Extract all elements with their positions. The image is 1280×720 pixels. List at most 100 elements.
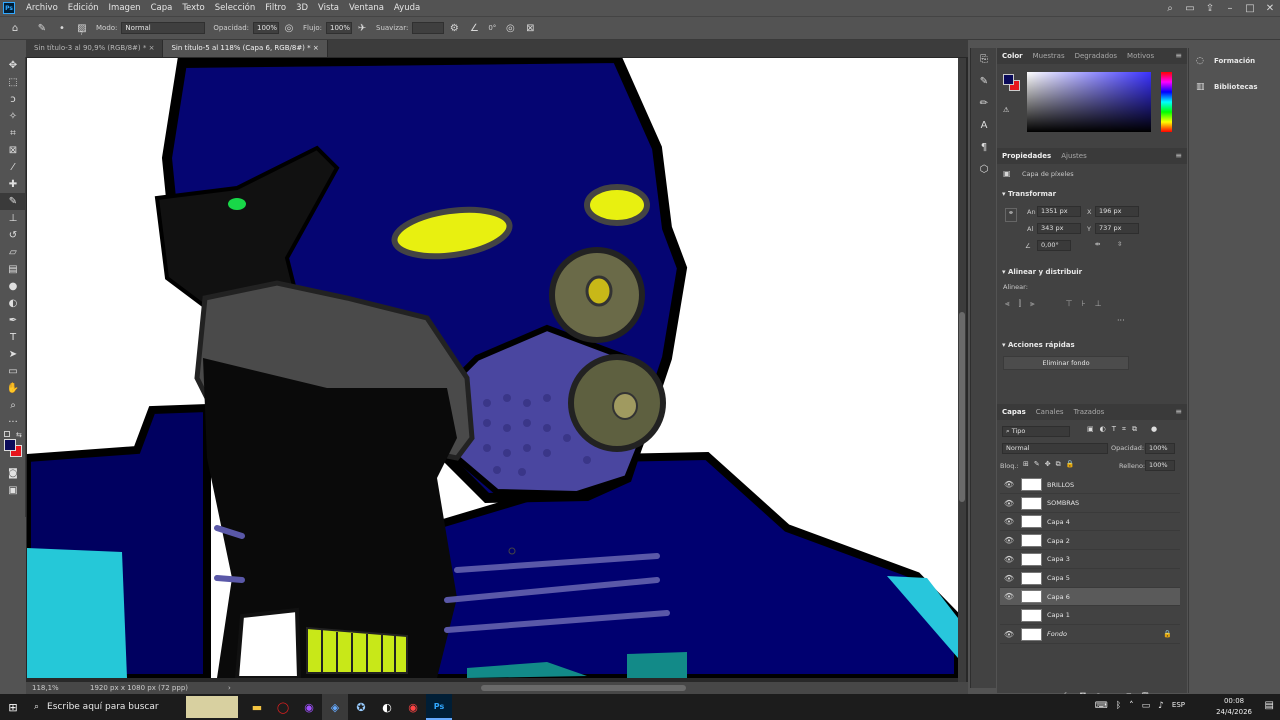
pressure-opacity-icon[interactable]: ◎ bbox=[282, 21, 296, 35]
recorder-icon[interactable]: ◉ bbox=[400, 694, 426, 720]
align-bottom-icon[interactable]: ⊥ bbox=[1095, 299, 1102, 309]
home-icon[interactable]: ⌂ bbox=[8, 21, 22, 35]
blur-tool-icon[interactable]: ● bbox=[0, 278, 26, 295]
quick-mask-icon[interactable]: ◙ bbox=[0, 465, 26, 482]
close-icon[interactable]: ✕ bbox=[1263, 1, 1277, 15]
link-icon[interactable]: ⚭ bbox=[1005, 208, 1017, 222]
paragraph-panel-icon[interactable]: ¶ bbox=[971, 136, 997, 158]
workspace-icon[interactable]: ▭ bbox=[1183, 1, 1197, 15]
layer-row[interactable]: 👁 Capa 5 bbox=[1000, 570, 1180, 588]
menu-3d[interactable]: 3D bbox=[291, 0, 313, 16]
search-highlight-image[interactable] bbox=[186, 696, 238, 718]
photoshop-logo-icon[interactable]: Ps bbox=[3, 2, 15, 14]
tab-propiedades[interactable]: Propiedades bbox=[997, 148, 1056, 164]
layer-row[interactable]: 👁 SOMBRAS bbox=[1000, 495, 1180, 513]
transform-section-title[interactable]: ▾ Transformar bbox=[1002, 190, 1056, 198]
maximize-icon[interactable]: □ bbox=[1243, 1, 1257, 15]
swap-colors-icon[interactable]: ⇆ bbox=[16, 431, 22, 439]
flip-horizontal-icon[interactable]: ⇹ bbox=[1095, 240, 1100, 248]
brushes-panel-icon[interactable]: ✏ bbox=[971, 92, 997, 114]
brush-preset-icon[interactable]: • bbox=[55, 21, 69, 35]
vertical-scroll-thumb[interactable] bbox=[959, 312, 965, 502]
symmetry-icon[interactable]: ⊠ bbox=[523, 21, 537, 35]
canvas-area[interactable] bbox=[26, 57, 968, 682]
visibility-eye-icon[interactable]: 👁 bbox=[1000, 630, 1018, 639]
eyedropper-tool-icon[interactable]: ⁄ bbox=[0, 159, 26, 176]
visibility-eye-icon[interactable]: 👁 bbox=[1000, 574, 1018, 583]
taskbar-search[interactable]: ⌕ Escribe aquí para buscar bbox=[26, 694, 186, 720]
menu-texto[interactable]: Texto bbox=[177, 0, 209, 16]
filter-pixel-icon[interactable]: ▣ bbox=[1087, 425, 1094, 434]
flow-field[interactable]: 100% bbox=[326, 22, 352, 34]
lock-artboard-icon[interactable]: ⧉ bbox=[1056, 460, 1061, 469]
formacion-button[interactable]: ◌ Formación bbox=[1189, 48, 1280, 74]
panel-menu-icon[interactable]: ≡ bbox=[1175, 407, 1182, 416]
fill-field[interactable]: 100% bbox=[1145, 460, 1175, 471]
lock-pixels-icon[interactable]: ✎ bbox=[1034, 460, 1040, 469]
language-indicator[interactable]: ESP bbox=[1172, 701, 1185, 711]
layer-row[interactable]: 👁 Capa 4 bbox=[1000, 513, 1180, 532]
panel-menu-icon[interactable]: ≡ bbox=[1175, 151, 1182, 160]
volume-icon[interactable]: ♪ bbox=[1158, 701, 1164, 711]
brush-tool-icon[interactable]: ✎ bbox=[35, 21, 49, 35]
pressure-size-icon[interactable]: ◎ bbox=[503, 21, 517, 35]
align-left-icon[interactable]: ⫷ bbox=[1005, 299, 1010, 309]
visibility-eye-icon[interactable]: 👁 bbox=[1000, 536, 1018, 545]
quick-actions-section-title[interactable]: ▾ Acciones rápidas bbox=[1002, 341, 1075, 349]
visibility-eye-icon[interactable]: 👁 bbox=[1000, 480, 1018, 489]
canvas-vertical-scrollbar[interactable] bbox=[958, 58, 966, 682]
3d-panel-icon[interactable]: ⬡ bbox=[971, 158, 997, 180]
menu-filtro[interactable]: Filtro bbox=[260, 0, 291, 16]
healing-tool-icon[interactable]: ✚ bbox=[0, 176, 26, 193]
menu-edicion[interactable]: Edición bbox=[63, 0, 104, 16]
tab-document-2[interactable]: Sin título-5 al 118% (Capa 6, RGB/8#) * … bbox=[163, 40, 328, 57]
bibliotecas-button[interactable]: ▥ Bibliotecas bbox=[1189, 74, 1280, 100]
lock-transparency-icon[interactable]: ⊞ bbox=[1023, 460, 1029, 469]
lock-position-icon[interactable]: ✥ bbox=[1045, 460, 1051, 469]
tab-trazados[interactable]: Trazados bbox=[1069, 404, 1110, 420]
mode-select[interactable]: Normal bbox=[121, 22, 206, 34]
visibility-eye-icon[interactable]: 👁 bbox=[1000, 517, 1018, 526]
width-field[interactable]: 1351 px bbox=[1037, 206, 1081, 217]
hand-tool-icon[interactable]: ✋ bbox=[0, 380, 26, 397]
default-colors-icon[interactable] bbox=[4, 431, 10, 437]
tray-up-icon[interactable]: ˄ bbox=[1129, 701, 1134, 711]
airbrush-icon[interactable]: ✈ bbox=[355, 21, 369, 35]
panel-menu-icon[interactable]: ≡ bbox=[1175, 51, 1182, 60]
discord-icon[interactable]: ◉ bbox=[296, 694, 322, 720]
layer-row[interactable]: 👁 Capa 6 bbox=[1000, 588, 1180, 607]
menu-capa[interactable]: Capa bbox=[146, 0, 178, 16]
opacity-field[interactable]: 100% bbox=[253, 22, 279, 34]
layer-row[interactable]: 👁 Fondo 🔒 bbox=[1000, 626, 1180, 644]
file-explorer-icon[interactable]: ▬ bbox=[244, 694, 270, 720]
align-top-icon[interactable]: ⊤ bbox=[1066, 299, 1073, 309]
tab-degradados[interactable]: Degradados bbox=[1070, 48, 1122, 64]
menu-seleccion[interactable]: Selección bbox=[210, 0, 261, 16]
tab-canales[interactable]: Canales bbox=[1031, 404, 1069, 420]
windows-start-icon[interactable]: ⊞ bbox=[0, 694, 26, 720]
angle-value[interactable]: 0° bbox=[488, 24, 496, 32]
zoom-level[interactable]: 118,1% bbox=[32, 684, 82, 692]
character-panel-icon[interactable]: A bbox=[971, 114, 997, 136]
align-right-icon[interactable]: ⫸ bbox=[1030, 299, 1035, 309]
menu-archivo[interactable]: Archivo bbox=[21, 0, 63, 16]
layer-row[interactable]: 👁 Capa 2 bbox=[1000, 532, 1180, 551]
angle-field[interactable]: 0,00° bbox=[1037, 240, 1071, 251]
steam-icon[interactable]: ✪ bbox=[348, 694, 374, 720]
lasso-tool-icon[interactable]: ↄ bbox=[0, 91, 26, 108]
filter-adjustment-icon[interactable]: ◐ bbox=[1100, 425, 1106, 434]
height-field[interactable]: 343 px bbox=[1037, 223, 1081, 234]
search-icon[interactable]: ⌕ bbox=[1163, 1, 1177, 15]
visibility-eye-icon[interactable]: 👁 bbox=[1000, 499, 1018, 508]
dodge-tool-icon[interactable]: ◐ bbox=[0, 295, 26, 312]
horizontal-scroll-thumb[interactable] bbox=[481, 685, 686, 691]
flip-vertical-icon[interactable]: ⇳ bbox=[1117, 240, 1122, 248]
type-tool-icon[interactable]: T bbox=[0, 329, 26, 346]
more-options-icon[interactable]: ··· bbox=[1117, 316, 1125, 325]
status-arrow-icon[interactable]: › bbox=[228, 684, 231, 692]
screen-mode-icon[interactable]: ▣ bbox=[0, 482, 26, 499]
blend-mode-select[interactable]: Normal bbox=[1002, 443, 1108, 454]
remove-background-button[interactable]: Eliminar fondo bbox=[1003, 356, 1129, 370]
align-section-title[interactable]: ▾ Alinear y distribuir bbox=[1002, 268, 1082, 276]
opera-icon[interactable]: ◯ bbox=[270, 694, 296, 720]
